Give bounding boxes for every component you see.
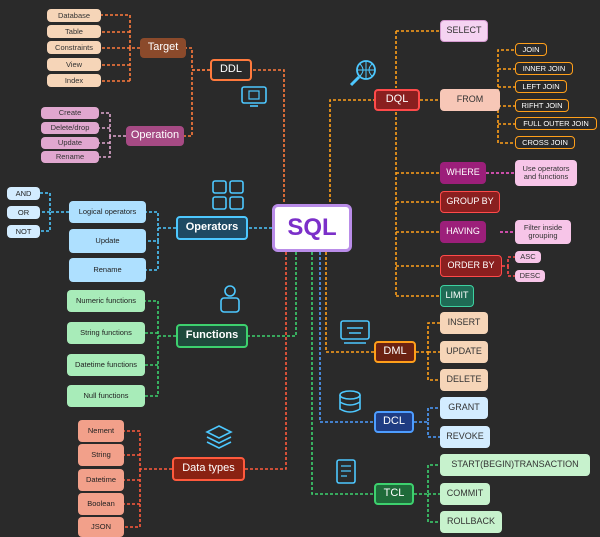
operators-rename-item[interactable]: Rename	[69, 258, 146, 282]
desc-item[interactable]: DESC	[515, 270, 545, 282]
left-join-item[interactable]: LEFT JOIN	[515, 80, 567, 93]
limit-node[interactable]: LIMIT	[440, 285, 474, 307]
keyboard-icon	[340, 320, 370, 344]
ddl-target-view[interactable]: View	[47, 58, 101, 71]
operators-update-item[interactable]: Update	[69, 229, 146, 253]
operation-update[interactable]: Update	[41, 137, 99, 149]
dcl-node[interactable]: DCL	[374, 411, 414, 433]
update-item[interactable]: UPDATE	[440, 341, 488, 363]
document-check-icon	[336, 459, 356, 484]
revoke-item[interactable]: REVOKE	[440, 426, 490, 448]
having-node[interactable]: HAVING	[440, 221, 486, 243]
numeric-functions-item[interactable]: Numeric functions	[67, 290, 145, 312]
datatype-datetime[interactable]: Datetime	[78, 469, 124, 491]
operation-delete[interactable]: Delete/drop	[41, 122, 99, 134]
start-transaction-item[interactable]: START(BEGIN)TRANSACTION	[440, 454, 590, 476]
datatype-nement[interactable]: Nement	[78, 420, 124, 442]
tcl-node[interactable]: TCL	[374, 483, 414, 505]
grid-calculator-icon	[212, 180, 244, 210]
database-icon	[339, 390, 361, 413]
insert-item[interactable]: INSERT	[440, 312, 488, 334]
search-globe-icon	[349, 60, 376, 87]
logical-operators-item[interactable]: Logical operators	[69, 201, 146, 223]
datetime-functions-item[interactable]: Datetime functions	[67, 354, 145, 376]
ddl-target-table[interactable]: Table	[47, 25, 101, 38]
layers-icon	[205, 425, 233, 449]
ddl-target-index[interactable]: Index	[47, 74, 101, 87]
join-item[interactable]: JOIN	[515, 43, 547, 56]
from-node[interactable]: FROM	[440, 89, 500, 111]
target-node[interactable]: Target	[140, 38, 186, 58]
dml-node[interactable]: DML	[374, 341, 416, 363]
ddl-target-constraints[interactable]: Constraints	[47, 41, 101, 54]
functions-node[interactable]: Functions	[176, 324, 248, 348]
group-by-node[interactable]: GROUP BY	[440, 191, 500, 213]
operation-node[interactable]: Operation	[126, 126, 184, 146]
datatype-string[interactable]: String	[78, 444, 124, 466]
ddl-target-database[interactable]: Database	[47, 9, 101, 22]
ddl-node[interactable]: DDL	[210, 59, 252, 81]
not-operator[interactable]: NOT	[7, 225, 40, 238]
dql-node[interactable]: DQL	[374, 89, 420, 111]
having-note: Filter inside grouping	[515, 220, 571, 244]
and-operator[interactable]: AND	[7, 187, 40, 200]
asc-item[interactable]: ASC	[515, 251, 541, 263]
grant-item[interactable]: GRANT	[440, 397, 488, 419]
commit-item[interactable]: COMMIT	[440, 483, 490, 505]
full-outer-join-item[interactable]: FULL OUTER JOIN	[515, 117, 597, 130]
data-types-node[interactable]: Data types	[172, 457, 245, 481]
datatype-boolean[interactable]: Boolean	[78, 493, 124, 515]
datatype-json[interactable]: JSON	[78, 517, 124, 537]
delete-item[interactable]: DELETE	[440, 369, 488, 391]
null-functions-item[interactable]: Null functions	[67, 385, 145, 407]
order-by-node[interactable]: ORDER BY	[440, 255, 502, 277]
where-node[interactable]: WHERE	[440, 162, 486, 184]
operation-rename[interactable]: Rename	[41, 151, 99, 163]
sql-root-node[interactable]: SQL	[272, 204, 352, 252]
rollback-item[interactable]: ROLLBACK	[440, 511, 502, 533]
where-note: Use operators and functions	[515, 160, 577, 186]
inner-join-item[interactable]: INNER JOIN	[515, 62, 573, 75]
cross-join-item[interactable]: CROSS JOIN	[515, 136, 575, 149]
tools-icon	[220, 285, 240, 313]
operation-create[interactable]: Create	[41, 107, 99, 119]
monitor-icon	[241, 86, 267, 107]
select-node[interactable]: SELECT	[440, 20, 488, 42]
string-functions-item[interactable]: String functions	[67, 322, 145, 344]
operators-node[interactable]: Operators	[176, 216, 248, 240]
or-operator[interactable]: OR	[7, 206, 40, 219]
right-join-item[interactable]: RIFHT JOIN	[515, 99, 569, 112]
